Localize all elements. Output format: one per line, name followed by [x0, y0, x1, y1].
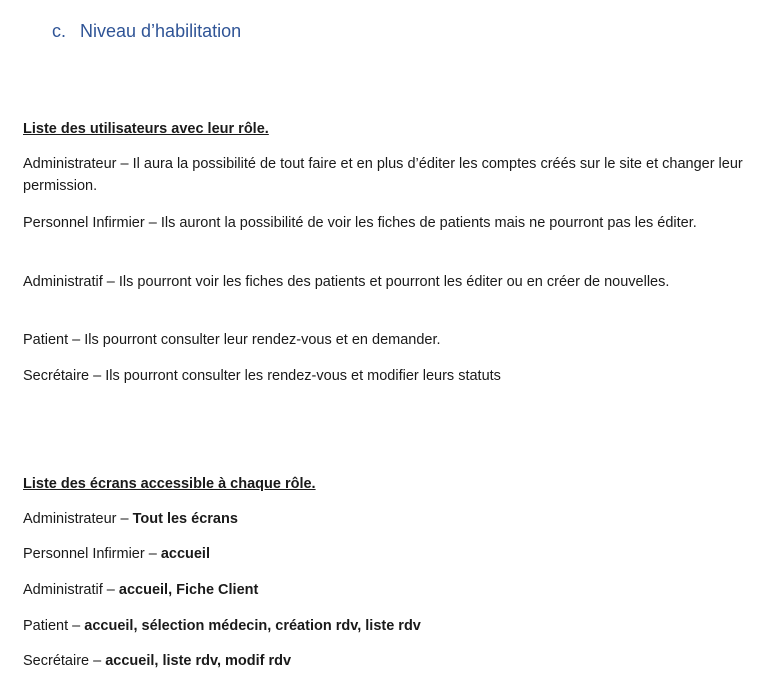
separator: – — [68, 618, 85, 634]
heading-title: Niveau d’habilitation — [80, 21, 242, 41]
role-name: Administrateur — [23, 511, 117, 527]
separator: – — [68, 332, 85, 348]
screens-section-title: Liste des écrans accessible à chaque rôl… — [23, 476, 316, 492]
role-description: Ils pourront voir les fiches des patient… — [118, 274, 670, 290]
role-name: Personnel Infirmier — [23, 215, 145, 231]
document-page: c. Niveau d’habilitation Liste des utilis… — [0, 0, 768, 700]
user-role-item: Patient – Ils pourront consulter leur re… — [23, 329, 748, 351]
separator: – — [89, 368, 106, 384]
role-name: Personnel Infirmier — [23, 546, 145, 562]
role-description: Ils pourront consulter leur rendez-vous … — [84, 332, 441, 348]
role-name: Administrateur — [23, 156, 117, 172]
separator: – — [102, 274, 119, 290]
user-role-item: Personnel Infirmier – Ils auront la poss… — [23, 212, 748, 234]
accessible-screens: Tout les écrans — [132, 511, 238, 527]
separator: – — [144, 546, 161, 562]
screen-access-item: Administratif – accueil, Fiche Client — [23, 579, 748, 601]
section-heading: c. Niveau d’habilitation — [52, 21, 241, 42]
accessible-screens: accueil, sélection médecin, création rdv… — [84, 618, 421, 634]
role-name: Secrétaire — [23, 368, 90, 384]
separator: – — [144, 215, 161, 231]
role-description: Ils auront la possibilité de voir les fi… — [160, 215, 697, 231]
screen-access-item: Patient – accueil, sélection médecin, cr… — [23, 615, 748, 637]
accessible-screens: accueil, Fiche Client — [118, 582, 259, 598]
role-description: Ils pourront consulter les rendez-vous e… — [105, 368, 501, 384]
accessible-screens: accueil — [160, 546, 210, 562]
users-section-title: Liste des utilisateurs avec leur rôle. — [23, 121, 269, 137]
role-name: Secrétaire — [23, 653, 90, 669]
screen-access-item: Secrétaire – accueil, liste rdv, modif r… — [23, 650, 748, 672]
user-role-item: Administratif – Ils pourront voir les fi… — [23, 271, 748, 293]
screen-access-item: Administrateur – Tout les écrans — [23, 508, 748, 530]
separator: – — [102, 582, 119, 598]
heading-number: c. — [52, 21, 67, 41]
role-name: Administratif — [23, 582, 103, 598]
user-role-item: Administrateur – Il aura la possibilité … — [23, 153, 748, 197]
accessible-screens: accueil, liste rdv, modif rdv — [105, 653, 292, 669]
user-role-item: Secrétaire – Ils pourront consulter les … — [23, 365, 748, 387]
separator: – — [116, 156, 133, 172]
role-name: Patient — [23, 332, 69, 348]
separator: – — [89, 653, 106, 669]
screen-access-item: Personnel Infirmier – accueil — [23, 543, 748, 565]
separator: – — [116, 511, 133, 527]
role-name: Patient — [23, 618, 69, 634]
role-name: Administratif — [23, 274, 103, 290]
